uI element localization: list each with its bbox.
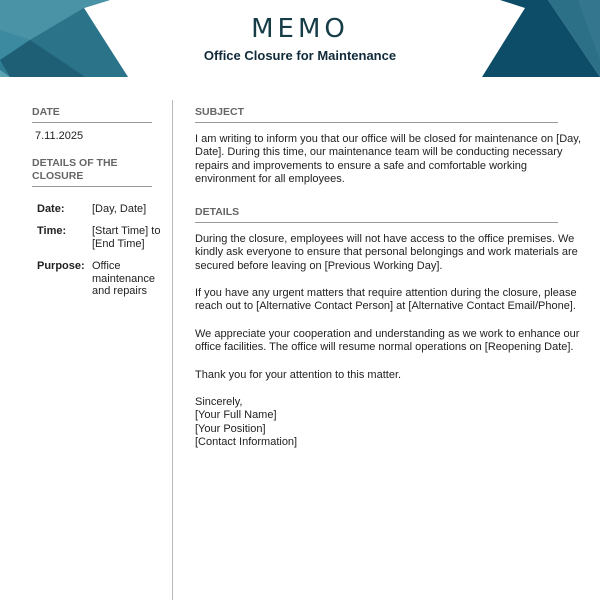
detail-value-line: [Start Time] to	[92, 225, 161, 237]
closing-thanks: Thank you for your attention to this mat…	[195, 369, 560, 382]
text-line: During the closure, employees will not h…	[195, 233, 575, 245]
detail-value: [Day, Date]	[92, 203, 162, 216]
detail-label: Date:	[37, 203, 65, 215]
text-line: If you have any urgent matters that requ…	[195, 287, 577, 299]
text-line: secured before leaving on [Previous Work…	[195, 259, 443, 272]
details-paragraph-2: If you have any urgent matters that requ…	[195, 287, 577, 314]
signoff: Sincerely,	[195, 396, 243, 408]
text-line: Date]. During this time, our maintenance…	[195, 146, 563, 159]
text-line: We appreciate your cooperation and under…	[195, 328, 580, 340]
text-line: Thank you for your attention to this mat…	[195, 369, 402, 381]
detail-value-line: [Day, Date]	[92, 203, 147, 215]
subject-heading: SUBJECT	[195, 106, 558, 123]
details-heading: DETAILS	[195, 206, 558, 223]
detail-label: Purpose:	[37, 260, 85, 272]
closure-details-heading-line1: DETAILS OF THE	[32, 157, 118, 169]
date-heading: DATE	[32, 106, 152, 123]
details-paragraph-1: During the closure, employees will not h…	[195, 233, 578, 273]
sender-contact: [Contact Information]	[195, 435, 298, 448]
text-line: office facilities. The office will resum…	[195, 341, 574, 354]
signature-block: Sincerely, [Your Full Name] [Your Positi…	[195, 396, 560, 449]
memo-header: MEMO Office Closure for Maintenance	[0, 0, 600, 77]
column-divider	[172, 100, 173, 600]
sender-position: [Your Position]	[195, 422, 266, 435]
text-line: kindly ask everyone to ensure that perso…	[195, 246, 578, 259]
memo-subtitle: Office Closure for Maintenance	[203, 48, 397, 63]
text-line: environment for all employees.	[195, 172, 345, 185]
detail-value-line: Office	[92, 260, 121, 272]
detail-value-line: maintenance	[92, 272, 155, 285]
date-value: 7.11.2025	[35, 130, 84, 142]
detail-value: [Start Time] to [End Time]	[92, 225, 162, 250]
subject-paragraph: I am writing to inform you that our offi…	[195, 133, 581, 186]
detail-value-line: and repairs	[92, 285, 148, 297]
text-line: I am writing to inform you that our offi…	[195, 133, 581, 145]
detail-value-line: [End Time]	[92, 237, 145, 250]
text-line: reach out to [Alternative Contact Person…	[195, 300, 576, 313]
sender-name: [Your Full Name]	[195, 409, 277, 422]
closure-details-heading-line2: CLOSURE	[32, 170, 84, 182]
text-line: repairs and improvements to ensure a saf…	[195, 159, 528, 172]
detail-label: Time:	[37, 225, 67, 237]
details-paragraph-3: We appreciate your cooperation and under…	[195, 328, 580, 355]
detail-value: Office maintenance and repairs	[92, 260, 162, 298]
closure-details-heading: DETAILS OF THE CLOSURE	[32, 157, 152, 187]
memo-title: MEMO	[251, 14, 349, 44]
